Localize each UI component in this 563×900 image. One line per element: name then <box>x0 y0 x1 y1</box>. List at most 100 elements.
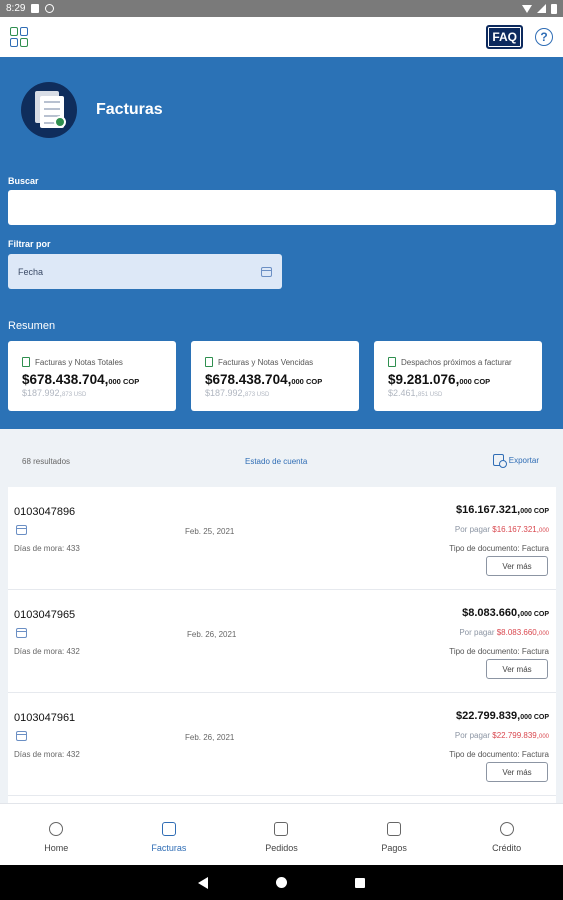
results-count: 68 resultados <box>22 457 71 466</box>
nav-item-credito[interactable]: Crédito <box>450 804 563 865</box>
nav-item-pedidos[interactable]: Pedidos <box>225 804 338 865</box>
invoice-due-amount: $22.799.839, <box>492 731 539 740</box>
nav-item-home[interactable]: Home <box>0 804 113 865</box>
view-more-button[interactable]: Ver más <box>486 762 548 782</box>
nav-item-pagos[interactable]: Pagos <box>338 804 451 865</box>
summary-card-amount-suffix: 000 COP <box>108 377 140 386</box>
summary-card-amount-suffix: 000 COP <box>459 377 491 386</box>
nav-item-facturas[interactable]: Facturas <box>113 804 226 865</box>
view-more-button[interactable]: Ver más <box>486 556 548 576</box>
page-title: Facturas <box>96 101 163 118</box>
shipment-icon <box>388 357 396 367</box>
summary-card-label: Facturas y Notas Totales <box>35 357 123 367</box>
invoice-due-amount: $16.167.321, <box>492 525 539 534</box>
status-bar: 8:29 <box>0 0 563 17</box>
calendar-icon <box>16 525 27 535</box>
nav-item-label: Pedidos <box>265 843 298 853</box>
invoice-row[interactable]: 0103047896 Feb. 25, 2021 Días de mora: 4… <box>8 487 556 590</box>
nav-item-label: Crédito <box>492 843 522 853</box>
payments-icon <box>387 822 402 836</box>
nav-item-label: Home <box>44 843 69 853</box>
summary-card-label: Facturas y Notas Vencidas <box>218 357 314 367</box>
invoice-doc-type: Tipo de documento: Factura <box>449 647 549 656</box>
invoice-due-suffix: 000 <box>538 631 549 637</box>
document-icon <box>205 357 213 367</box>
nav-item-label: Facturas <box>151 843 187 853</box>
summary-card-secondary-suffix: 873 USD <box>62 392 87 398</box>
help-icon[interactable]: ? <box>535 28 553 46</box>
invoice-overdue-days: Días de mora: 432 <box>14 750 80 759</box>
invoice-due-label: Por pagar <box>454 525 491 534</box>
header-section: Facturas Buscar Filtrar por Fecha Resume… <box>0 57 563 429</box>
invoice-list[interactable]: 0103047896 Feb. 25, 2021 Días de mora: 4… <box>8 487 556 803</box>
summary-card-upcoming: Despachos próximos a facturar $9.281.076… <box>374 341 542 411</box>
document-icon <box>22 357 30 367</box>
export-button[interactable]: Exportar <box>492 454 539 468</box>
search-input[interactable] <box>8 190 556 225</box>
wifi-icon <box>522 4 532 13</box>
status-time: 8:29 <box>6 3 26 14</box>
summary-card-label: Despachos próximos a facturar <box>401 357 512 367</box>
notification-icon <box>31 4 40 13</box>
invoice-due-label: Por pagar <box>459 628 495 637</box>
nav-item-label: Pagos <box>381 843 407 853</box>
summary-card-amount: $678.438.704, <box>205 372 292 387</box>
results-toolbar: 68 resultados Estado de cuenta Exportar <box>0 429 563 487</box>
invoice-due-label: Por pagar <box>454 731 491 740</box>
invoice-row[interactable]: 0103047965 Feb. 26, 2021 Días de mora: 4… <box>8 590 556 693</box>
home-icon[interactable] <box>276 877 287 888</box>
calendar-icon <box>261 266 272 277</box>
summary-card-amount: $678.438.704, <box>22 372 109 387</box>
faq-button[interactable]: FAQ <box>486 25 523 49</box>
invoice-date: Feb. 26, 2021 <box>185 733 235 742</box>
calendar-icon <box>16 628 27 638</box>
summary-card-overdue: Facturas y Notas Vencidas $678.438.704,0… <box>191 341 359 411</box>
account-statement-link[interactable]: Estado de cuenta <box>245 457 307 466</box>
back-icon[interactable] <box>198 876 208 889</box>
filter-select[interactable]: Fecha <box>8 254 282 289</box>
export-icon <box>492 454 507 468</box>
home-hand-icon <box>49 822 64 836</box>
invoice-amount-suffix: 000 COP <box>520 508 549 515</box>
invoices-illustration-icon <box>21 82 77 138</box>
filter-label: Filtrar por <box>8 239 51 249</box>
app-logo-icon[interactable] <box>10 27 28 47</box>
summary-card-secondary: $2.461, <box>388 388 419 398</box>
summary-card-total: Facturas y Notas Totales $678.438.704,00… <box>8 341 176 411</box>
calendar-icon <box>16 731 27 741</box>
summary-card-amount-suffix: 000 COP <box>291 377 323 386</box>
invoice-overdue-days: Días de mora: 432 <box>14 647 80 656</box>
invoice-row[interactable]: 0103047961 Feb. 26, 2021 Días de mora: 4… <box>8 693 556 796</box>
orders-icon <box>274 822 289 836</box>
search-label: Buscar <box>8 176 39 186</box>
signal-icon <box>537 4 546 13</box>
summary-card-secondary-suffix: 851 USD <box>418 392 443 398</box>
invoice-due-suffix: 000 <box>538 528 549 534</box>
recent-apps-icon[interactable] <box>355 877 365 888</box>
app-bar: FAQ ? <box>0 17 563 57</box>
invoice-date: Feb. 26, 2021 <box>187 630 237 639</box>
invoice-number: 0103047961 <box>14 712 76 724</box>
export-label: Exportar <box>508 455 539 465</box>
credit-gauge-icon <box>499 822 514 836</box>
invoice-due-suffix: 000 <box>538 734 549 740</box>
invoice-amount: $8.083.660, <box>462 607 521 619</box>
summary-title: Resumen <box>8 320 56 332</box>
invoice-amount: $22.799.839, <box>455 710 521 722</box>
summary-card-secondary-suffix: 873 USD <box>245 392 270 398</box>
view-more-button[interactable]: Ver más <box>486 659 548 679</box>
summary-card-amount: $9.281.076, <box>388 372 460 387</box>
invoice-overdue-days: Días de mora: 433 <box>14 544 80 553</box>
invoice-due-amount: $8.083.660, <box>496 628 539 637</box>
invoice-number: 0103047965 <box>14 609 76 621</box>
invoice-doc-type: Tipo de documento: Factura <box>449 544 549 553</box>
battery-icon <box>551 3 557 14</box>
invoice-amount-suffix: 000 COP <box>520 714 549 721</box>
invoice-date: Feb. 25, 2021 <box>185 527 235 536</box>
system-navigation-bar <box>0 865 563 900</box>
invoice-number: 0103047896 <box>14 506 76 518</box>
sync-icon <box>45 4 55 13</box>
summary-card-secondary: $187.992, <box>205 388 246 398</box>
invoice-amount: $16.167.321, <box>455 504 521 516</box>
summary-card-secondary: $187.992, <box>22 388 63 398</box>
